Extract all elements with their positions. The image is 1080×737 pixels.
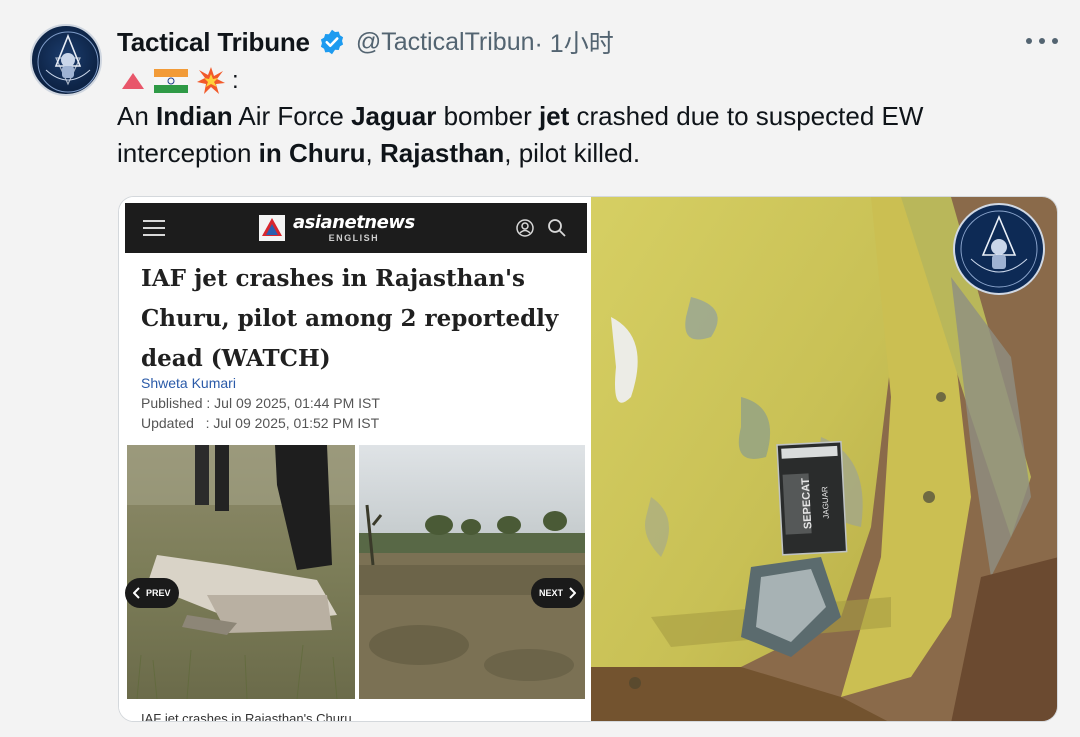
photo-caption: IAF jet crashes in Rajasthan's Churu — [141, 711, 352, 722]
chevron-left-icon — [133, 587, 140, 599]
news-brand-sub: ENGLISH — [328, 233, 380, 243]
user-icon — [516, 219, 534, 237]
user-handle[interactable]: @TacticalTribun — [356, 28, 535, 57]
crash-site-photo-1 — [127, 445, 355, 699]
tweet-timestamp[interactable]: · 1小时 — [535, 24, 614, 60]
india-flag-icon — [154, 69, 188, 93]
asianet-logo-icon — [259, 215, 285, 241]
tweet-header: Tactical Tribune @TacticalTribun · 1小时 — [117, 24, 614, 60]
text-segment: Air Force — [232, 101, 352, 131]
article-screenshot-image[interactable]: asianetnews ENGLISH IAF jet crashes in R… — [119, 197, 589, 722]
tactical-tribune-watermark-icon — [953, 203, 1045, 295]
collision-icon — [197, 67, 225, 94]
verified-badge-icon — [320, 29, 343, 55]
more-options-icon[interactable] — [1026, 30, 1058, 52]
crash-site-photo-2 — [359, 445, 585, 699]
article-author: Shweta Kumari — [141, 375, 236, 391]
news-site-header: asianetnews ENGLISH — [125, 203, 587, 253]
news-brand-name: asianetnews — [293, 212, 415, 233]
tweet-body-text: An Indian Air Force Jaguar bomber jet cr… — [117, 98, 1017, 172]
search-icon — [548, 219, 566, 237]
news-site-logo: asianetnews ENGLISH — [259, 211, 415, 245]
profile-avatar[interactable] — [30, 24, 102, 96]
text-bold-segment: jet — [538, 101, 570, 131]
tactical-tribune-logo-icon — [37, 31, 99, 93]
article-updated: Updated : Jul 09 2025, 01:52 PM IST — [141, 415, 380, 431]
chevron-right-icon — [569, 587, 577, 599]
prev-button[interactable]: PREV — [125, 578, 179, 608]
text-bold-segment: Indian — [156, 101, 233, 131]
article-headline: IAF jet crashes in Rajasthan's Churu, pi… — [141, 265, 559, 372]
red-triangle-icon — [122, 73, 144, 89]
next-button[interactable]: NEXT — [531, 578, 585, 608]
text-segment: , — [365, 138, 380, 168]
article-published: Published : Jul 09 2025, 01:44 PM IST — [141, 395, 380, 411]
text-segment: An — [117, 101, 157, 131]
text-segment: bomber — [436, 101, 539, 131]
tweet-media[interactable]: asianetnews ENGLISH IAF jet crashes in R… — [118, 196, 1058, 722]
text-bold-segment: in Churu — [258, 138, 366, 168]
text-segment: , pilot killed. — [504, 138, 641, 168]
text-bold-segment: Jaguar — [351, 101, 437, 131]
wreckage-photo[interactable]: SEPECAT JAGUAR — [591, 197, 1057, 721]
emoji-colon: : — [232, 67, 239, 94]
plate-text-jaguar: JAGUAR — [820, 486, 831, 519]
text-bold-segment: Rajasthan — [379, 138, 505, 168]
prev-label: PREV — [146, 588, 171, 598]
emoji-row: : — [120, 66, 239, 96]
next-label: NEXT — [539, 588, 564, 598]
display-name[interactable]: Tactical Tribune — [117, 27, 310, 58]
menu-icon — [143, 220, 165, 236]
